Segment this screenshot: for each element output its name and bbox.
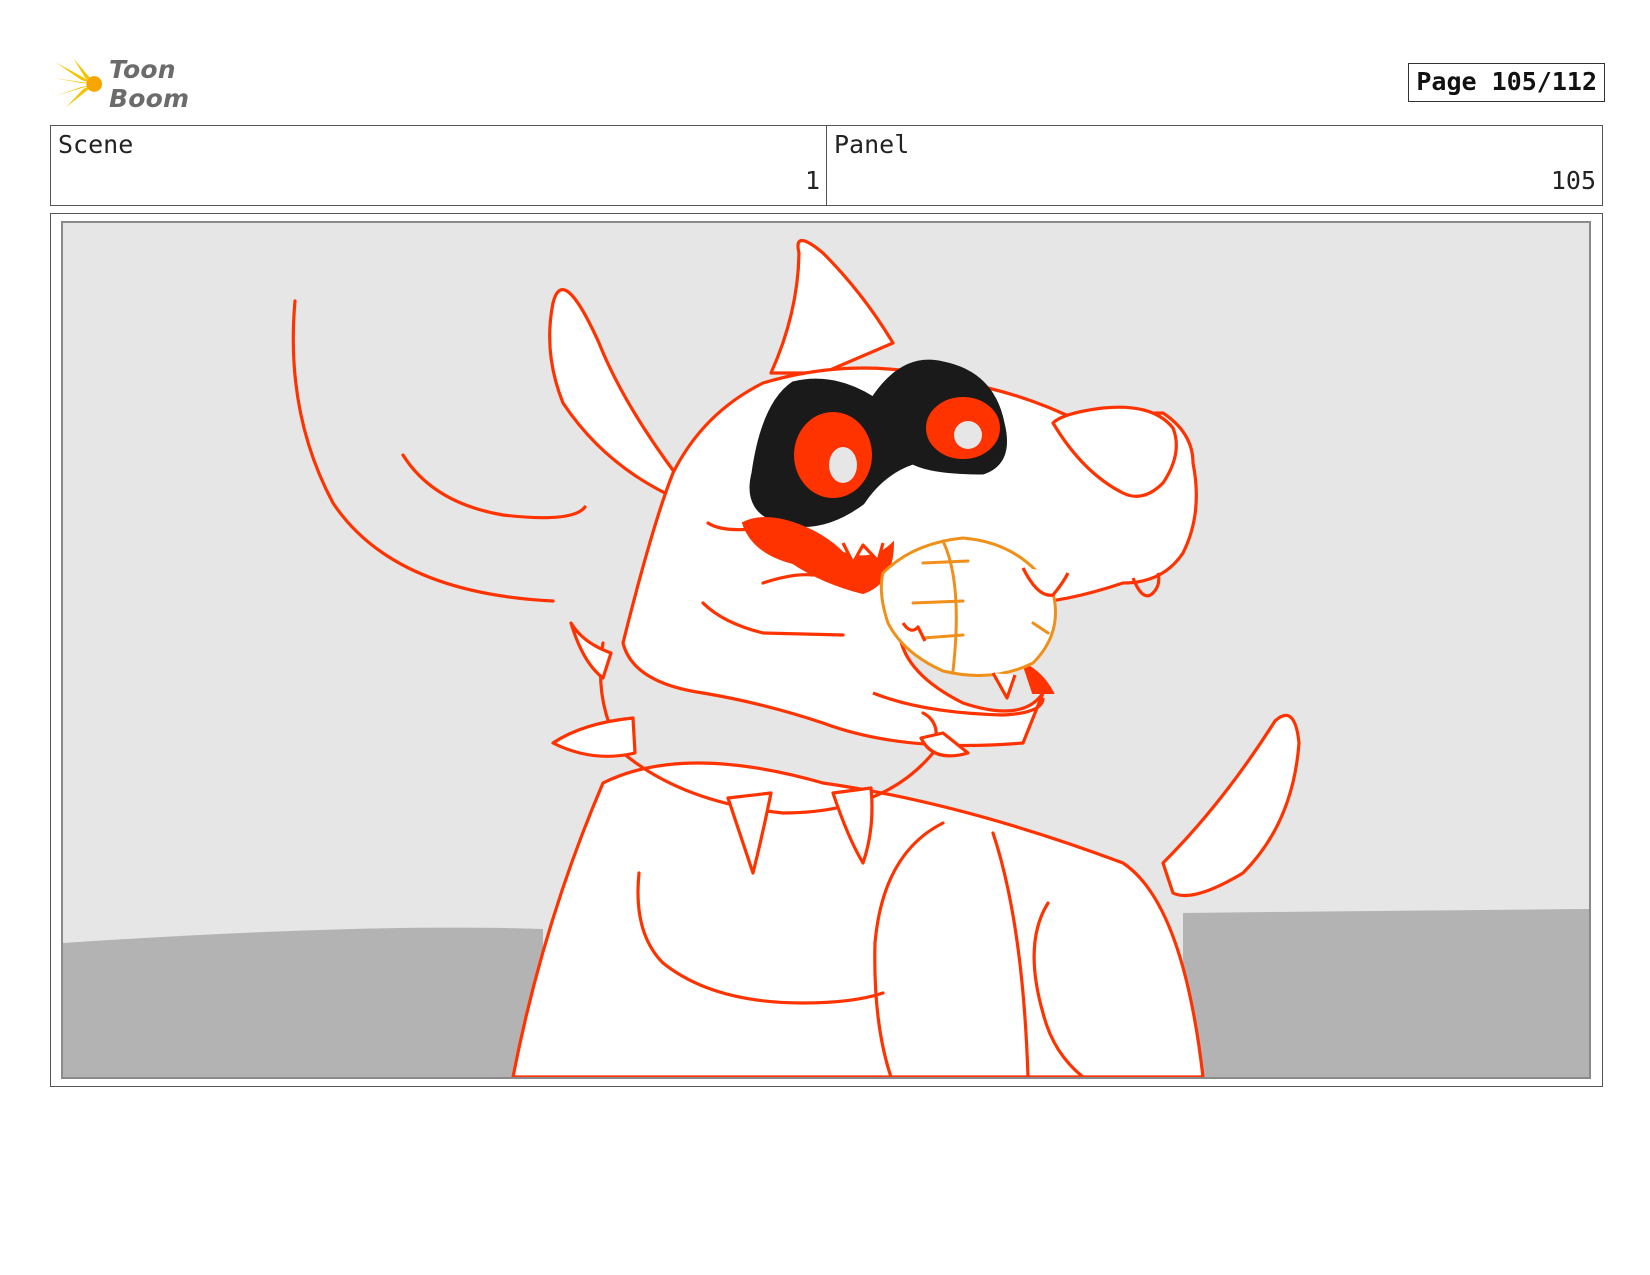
toon-boom-logo: Toon Boom: [52, 55, 262, 113]
scene-cell: Scene 1: [51, 126, 826, 205]
panel-cell: Panel 105: [826, 126, 1602, 205]
scene-value: 1: [804, 166, 820, 195]
dog-with-ball-sketch: [63, 223, 1589, 1077]
storyboard-panel-frame: [50, 213, 1603, 1087]
scene-label: Scene: [58, 130, 134, 159]
page-indicator: Page 105/112: [1408, 63, 1605, 102]
storyboard-panel-image: [61, 221, 1591, 1079]
panel-label: Panel: [834, 130, 910, 159]
logo-text: Toon Boom: [108, 55, 190, 113]
scene-panel-info: Scene 1 Panel 105: [50, 125, 1603, 206]
panel-value: 105: [1550, 166, 1596, 195]
starburst-logo-icon: [53, 58, 103, 108]
